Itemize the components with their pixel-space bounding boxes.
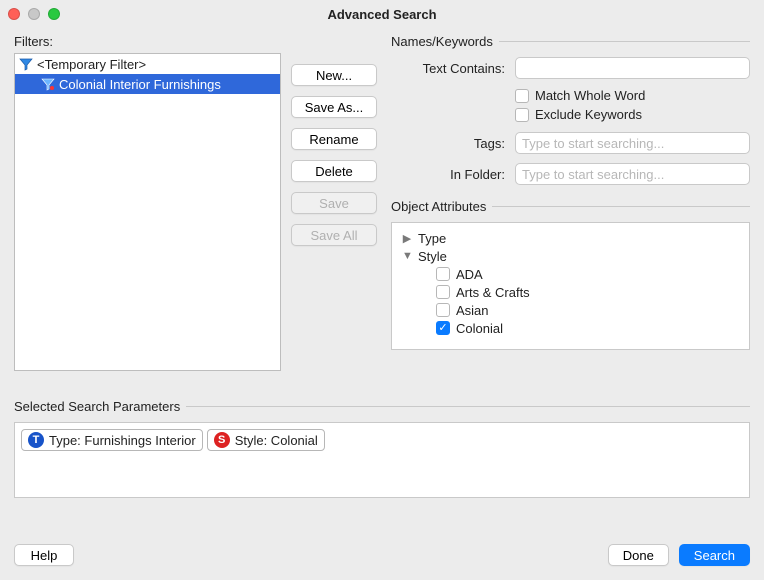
filter-row-colonial[interactable]: Colonial Interior Furnishings	[15, 74, 280, 94]
option-label: Colonial	[456, 321, 503, 336]
filters-list[interactable]: <Temporary Filter> Colonial Interior Fur…	[14, 53, 281, 371]
footer: Help Done Search	[14, 534, 750, 566]
chip-label: Style: Colonial	[235, 433, 318, 448]
close-icon[interactable]	[8, 8, 20, 20]
checkbox-icon[interactable]	[436, 267, 450, 281]
filter-icon	[41, 77, 55, 91]
checkbox-icon[interactable]	[436, 285, 450, 299]
tree-label: Type	[418, 231, 446, 246]
filter-row-temp[interactable]: <Temporary Filter>	[15, 54, 280, 74]
tree-row-asian[interactable]: Asian	[400, 301, 741, 319]
filter-label: Colonial Interior Furnishings	[59, 77, 221, 92]
type-badge-icon: T	[28, 432, 44, 448]
save-as-button[interactable]: Save As...	[291, 96, 377, 118]
maximize-icon[interactable]	[48, 8, 60, 20]
search-button[interactable]: Search	[679, 544, 750, 566]
selected-parameters-panel: Selected Search Parameters T Type: Furni…	[14, 399, 750, 498]
tree-row-arts[interactable]: Arts & Crafts	[400, 283, 741, 301]
done-button[interactable]: Done	[608, 544, 669, 566]
option-label: Asian	[456, 303, 489, 318]
selected-parameters-header: Selected Search Parameters	[14, 399, 750, 414]
chevron-down-icon[interactable]: ▼	[402, 250, 412, 262]
in-folder-label: In Folder:	[391, 167, 515, 182]
checkbox-icon[interactable]	[515, 108, 529, 122]
tree-row-type[interactable]: ▶ Type	[400, 229, 741, 247]
text-contains-label: Text Contains:	[391, 61, 515, 76]
tree-label: Style	[418, 249, 447, 264]
parameters-box: T Type: Furnishings Interior S Style: Co…	[14, 422, 750, 498]
section-label: Selected Search Parameters	[14, 399, 180, 414]
names-keywords-header: Names/Keywords	[391, 34, 750, 49]
tree-row-ada[interactable]: ADA	[400, 265, 741, 283]
checkbox-icon[interactable]	[515, 89, 529, 103]
filter-icon	[19, 57, 33, 71]
param-chip-type[interactable]: T Type: Furnishings Interior	[21, 429, 203, 451]
tags-label: Tags:	[391, 136, 515, 151]
attributes-tree[interactable]: ▶ Type ▼ Style ADA Arts & Crafts	[391, 222, 750, 350]
filters-panel: Filters: <Temporary Filter>	[14, 34, 377, 371]
criteria-panel: Names/Keywords Text Contains: Match Whol…	[391, 34, 750, 371]
chevron-right-icon[interactable]: ▶	[402, 232, 412, 245]
match-whole-word-row[interactable]: Match Whole Word	[515, 88, 750, 103]
advanced-search-window: Advanced Search Filters: <Temporary Filt…	[0, 0, 764, 580]
content-area: Filters: <Temporary Filter>	[0, 28, 764, 580]
save-button: Save	[291, 192, 377, 214]
tree-row-style[interactable]: ▼ Style	[400, 247, 741, 265]
tags-input[interactable]	[515, 132, 750, 154]
filter-label: <Temporary Filter>	[37, 57, 146, 72]
object-attributes-header: Object Attributes	[391, 199, 750, 214]
param-chip-style[interactable]: S Style: Colonial	[207, 429, 325, 451]
delete-button[interactable]: Delete	[291, 160, 377, 182]
window-controls	[8, 8, 60, 20]
new-button[interactable]: New...	[291, 64, 377, 86]
in-folder-input[interactable]	[515, 163, 750, 185]
minimize-icon	[28, 8, 40, 20]
tree-row-colonial[interactable]: Colonial	[400, 319, 741, 337]
checkbox-icon[interactable]	[436, 303, 450, 317]
match-whole-label: Match Whole Word	[535, 88, 645, 103]
text-contains-input[interactable]	[515, 57, 750, 79]
help-button[interactable]: Help	[14, 544, 74, 566]
checkbox-checked-icon[interactable]	[436, 321, 450, 335]
filter-button-column: New... Save As... Rename Delete Save Sav…	[291, 53, 377, 371]
titlebar: Advanced Search	[0, 0, 764, 28]
save-all-button: Save All	[291, 224, 377, 246]
chip-label: Type: Furnishings Interior	[49, 433, 196, 448]
filters-label: Filters:	[14, 34, 377, 49]
exclude-keywords-row[interactable]: Exclude Keywords	[515, 107, 750, 122]
rename-button[interactable]: Rename	[291, 128, 377, 150]
option-label: ADA	[456, 267, 483, 282]
window-title: Advanced Search	[0, 7, 764, 22]
style-badge-icon: S	[214, 432, 230, 448]
section-label: Object Attributes	[391, 199, 486, 214]
exclude-keywords-label: Exclude Keywords	[535, 107, 642, 122]
option-label: Arts & Crafts	[456, 285, 530, 300]
section-label: Names/Keywords	[391, 34, 493, 49]
